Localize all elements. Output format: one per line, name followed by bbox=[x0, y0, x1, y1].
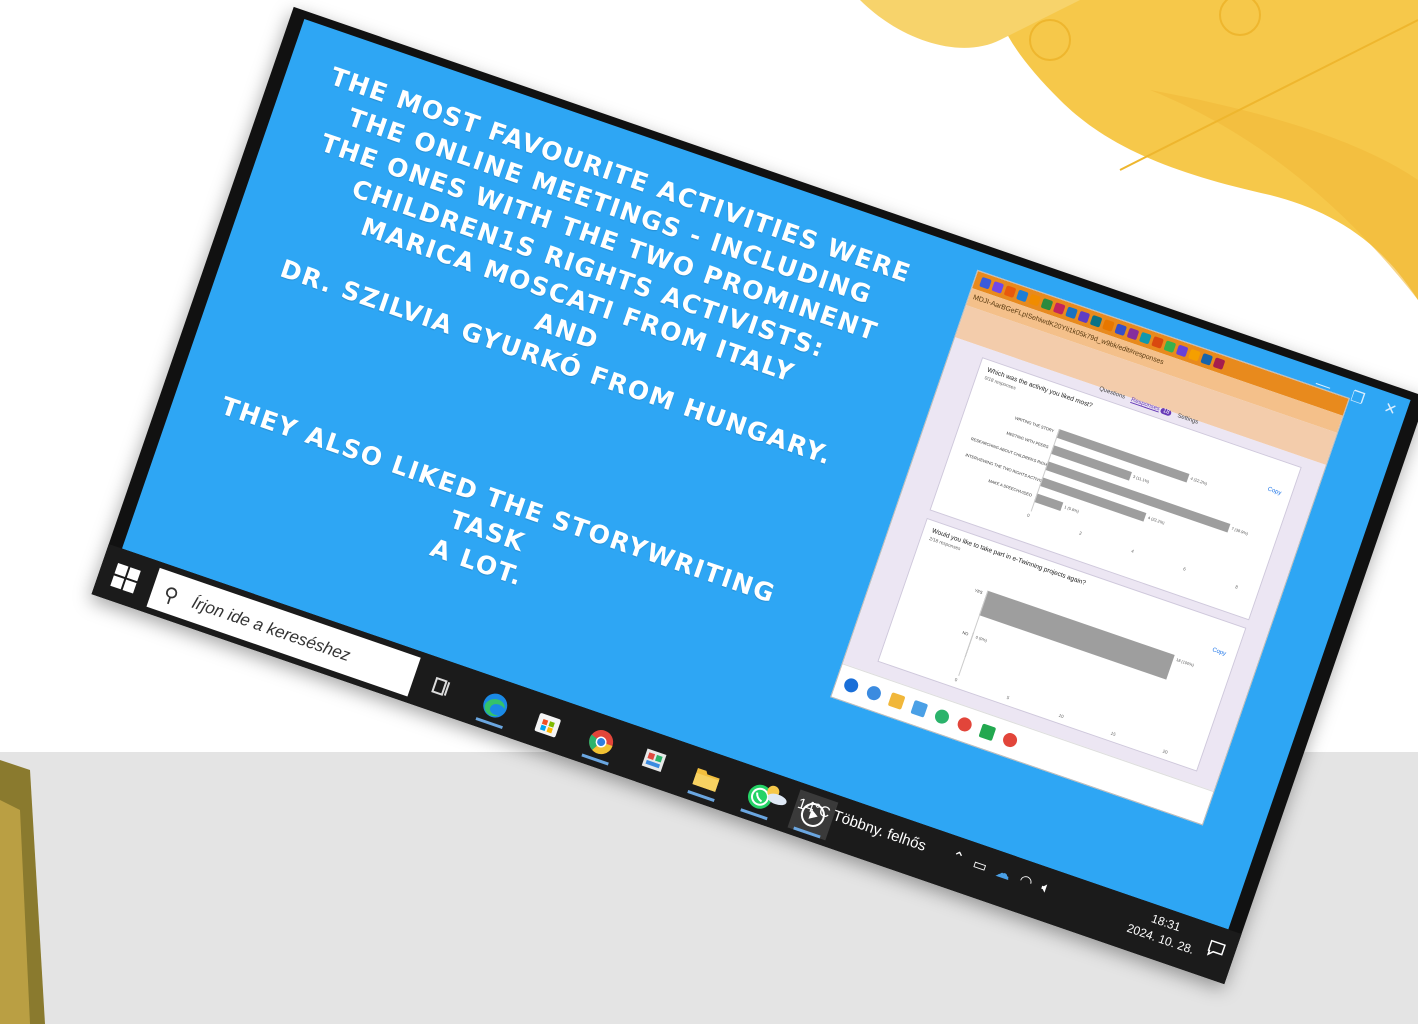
chart-tick-label: 20 bbox=[1162, 748, 1169, 755]
browser-tab-icon[interactable] bbox=[1200, 352, 1214, 366]
onedrive-icon[interactable]: ☁ bbox=[993, 862, 1013, 884]
bar-value-label: 1 (5.6%) bbox=[1063, 504, 1080, 514]
bar-value-label: 18 (100%) bbox=[1175, 656, 1195, 668]
app-icon bbox=[910, 699, 929, 718]
browser-tab-icon[interactable] bbox=[1028, 293, 1041, 307]
chart-tick-label: 5 bbox=[1006, 694, 1011, 701]
app-icon bbox=[887, 692, 906, 710]
browser-tab-icon[interactable] bbox=[1151, 336, 1164, 349]
chart-tick-label: 10 bbox=[1058, 712, 1065, 720]
embedded-forms-screenshot: MDJI-AarBGeFLpISehiwdK20YIi1k05k79d_w9bk… bbox=[830, 269, 1350, 826]
bar-value-label: 7 (38.9%) bbox=[1230, 525, 1249, 537]
volume-icon[interactable]: 🔈︎ bbox=[1039, 878, 1053, 897]
browser-tab-icon[interactable] bbox=[1138, 331, 1152, 345]
close-icon[interactable]: ✕ bbox=[1381, 398, 1399, 419]
browser-tab-icon[interactable] bbox=[979, 276, 992, 290]
browser-tab-icon[interactable] bbox=[1065, 306, 1078, 320]
browser-tab-icon[interactable] bbox=[991, 281, 1005, 294]
browser-tab-icon[interactable] bbox=[1163, 340, 1177, 354]
edge-icon[interactable] bbox=[470, 680, 521, 731]
bar-mark bbox=[979, 590, 1175, 680]
chrome-icon[interactable] bbox=[576, 716, 627, 767]
app-icon bbox=[1001, 731, 1019, 749]
bar-category-label: YES bbox=[974, 587, 984, 595]
browser-tab-icon[interactable] bbox=[1003, 285, 1017, 298]
browser-tab-icon[interactable] bbox=[1077, 310, 1091, 324]
browser-tab-icon[interactable] bbox=[1126, 327, 1140, 341]
browser-tab-icon[interactable] bbox=[1212, 357, 1226, 370]
task-view-icon[interactable] bbox=[417, 661, 468, 712]
chart-tick-label: 0 bbox=[954, 676, 959, 683]
notification-icon[interactable] bbox=[1205, 938, 1228, 961]
windows-start-icon[interactable] bbox=[109, 562, 142, 595]
browser-tab-icon[interactable] bbox=[1089, 314, 1103, 328]
bar-value-label: 0 (0%) bbox=[975, 634, 988, 643]
browser-tab-icon[interactable] bbox=[1175, 344, 1189, 358]
bar-value-label: 4 (22.2%) bbox=[1147, 514, 1166, 526]
chart-tick-label: 6 bbox=[1182, 566, 1187, 572]
file-explorer-icon[interactable] bbox=[682, 753, 733, 804]
chevron-up-icon[interactable]: ⌃ bbox=[949, 847, 967, 868]
app-icon bbox=[865, 684, 883, 703]
browser-tab-icon[interactable] bbox=[1015, 289, 1029, 303]
search-icon: ⚲ bbox=[160, 583, 182, 609]
browser-tab-icon[interactable] bbox=[1040, 297, 1054, 311]
bar-value-label: 3 (11.1%) bbox=[1132, 473, 1151, 485]
app-icon bbox=[842, 676, 861, 695]
chart-tick-label: 0 bbox=[1026, 512, 1031, 519]
chart-tick-label: 4 bbox=[1130, 548, 1135, 554]
bar-mark bbox=[1033, 493, 1063, 511]
chart-tick-label: 2 bbox=[1078, 530, 1083, 536]
store-icon[interactable] bbox=[523, 698, 574, 749]
app-icon bbox=[978, 723, 997, 742]
battery-icon[interactable]: ▭ bbox=[970, 854, 989, 876]
app-icon bbox=[955, 715, 974, 734]
wifi-icon[interactable]: ◠ bbox=[1017, 870, 1035, 891]
browser-tab-icon[interactable] bbox=[1114, 323, 1128, 337]
browser-tab-icon[interactable] bbox=[1052, 302, 1066, 315]
chart-tick-label: 8 bbox=[1234, 584, 1239, 590]
browser-tab-icon[interactable] bbox=[1188, 348, 1201, 362]
chart-tick-label: 15 bbox=[1110, 730, 1117, 737]
app-icon bbox=[933, 707, 951, 726]
browser-tab-icon[interactable] bbox=[1102, 319, 1115, 332]
photos-icon[interactable] bbox=[629, 734, 680, 785]
bar-category-label: NO bbox=[961, 629, 970, 637]
bar-value-label: 4 (22.2%) bbox=[1189, 475, 1208, 487]
maximize-icon[interactable]: ❐ bbox=[1348, 387, 1367, 408]
